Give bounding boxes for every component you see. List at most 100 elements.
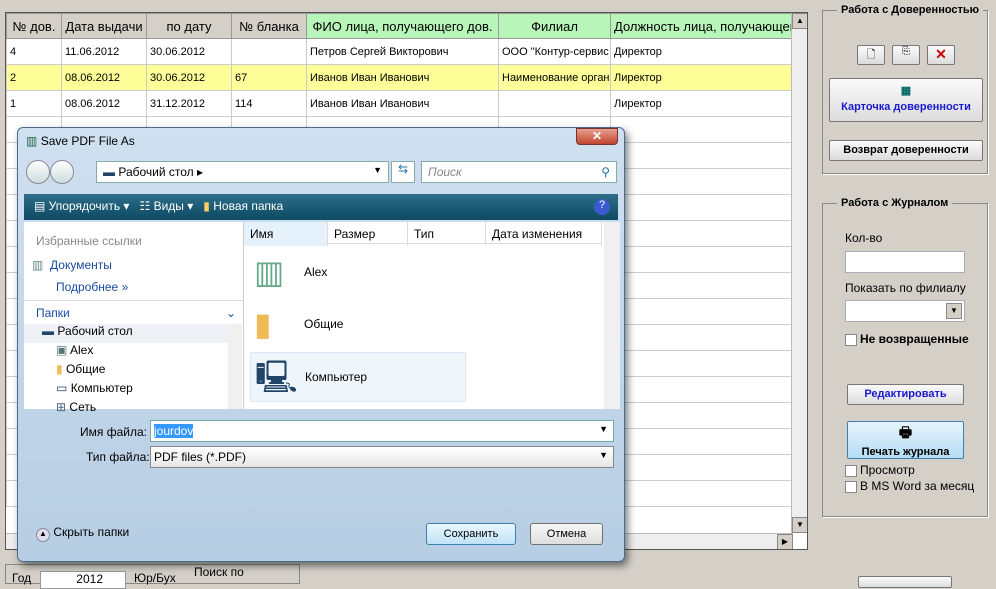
table-row[interactable]: 4 11.06.2012 30.06.2012 Петров Сергей Викто… xyxy=(6,38,794,65)
col-person[interactable]: ФИО лица, получающего дов. xyxy=(306,13,499,39)
file-list-scrollbar[interactable] xyxy=(604,222,620,409)
vertical-scrollbar[interactable]: ▲ ▼ xyxy=(791,13,807,533)
back-icon[interactable] xyxy=(26,160,50,184)
cell-issue-date[interactable]: 08.06.2012 xyxy=(61,90,147,117)
favorites-label: Избранные ссылки xyxy=(36,234,142,248)
tree-item[interactable]: ⊞ Сеть xyxy=(24,400,228,419)
folder-icon: ▬ xyxy=(42,324,54,338)
col-number[interactable]: № дов. xyxy=(6,13,62,39)
return-button[interactable]: Возврат доверенности xyxy=(829,140,983,161)
tree-item[interactable]: ▮ Общие xyxy=(24,362,228,381)
col-until-date[interactable]: по дату xyxy=(146,13,232,39)
address-bar[interactable]: ▬ Рабочий стол ▸ ▼ xyxy=(96,161,389,183)
nav-buttons xyxy=(26,160,78,184)
column-header[interactable]: Имя xyxy=(244,222,328,246)
folder-icon: ▭ xyxy=(56,381,68,395)
search-input[interactable]: Поиск ⚲ xyxy=(421,161,617,183)
chevron-down-icon[interactable]: ▼ xyxy=(946,303,962,319)
year-label: Год xyxy=(12,571,32,585)
file-item[interactable]: ▥ Alex xyxy=(250,248,466,298)
not-returned-checkbox[interactable]: Не возвращенные xyxy=(845,332,969,346)
delete-icon: ✕ xyxy=(935,46,947,62)
new-folder-button[interactable]: ▮ Новая папка xyxy=(203,199,283,213)
folder-icon: ▮ xyxy=(254,306,272,342)
new-button[interactable]: 🗋 xyxy=(857,45,885,65)
cell-form-number[interactable]: 67 xyxy=(231,64,307,91)
cancel-button[interactable]: Отмена xyxy=(530,523,603,545)
cell-person[interactable]: Петров Сергей Викторович xyxy=(306,38,499,65)
msword-checkbox[interactable]: В MS Word за месяц xyxy=(845,479,974,493)
card-button[interactable]: ▦ Карточка доверенности xyxy=(829,78,983,122)
preview-label: Просмотр xyxy=(860,463,915,477)
year-spinner[interactable]: 2012 xyxy=(40,571,126,589)
branch-select[interactable]: ▼ xyxy=(845,300,965,322)
folder-icon: ⊞ xyxy=(56,400,67,414)
cell-number[interactable]: 2 xyxy=(6,64,62,91)
chevron-down-icon: ⌄ xyxy=(225,306,236,320)
card-icon: ▦ xyxy=(900,85,912,97)
documents-icon: ▥ xyxy=(32,258,44,272)
scroll-right-icon[interactable]: ▶ xyxy=(777,534,793,549)
close-button[interactable]: ✕ xyxy=(576,128,618,145)
cell-number[interactable]: 4 xyxy=(6,38,62,65)
card-label: Карточка доверенности xyxy=(841,101,971,113)
cell-position[interactable]: Лиректор xyxy=(610,64,794,91)
cell-form-number[interactable]: 114 xyxy=(231,90,307,117)
cell-branch[interactable]: Наименование органи xyxy=(498,64,611,91)
filename-input[interactable]: jourdov ▼ xyxy=(150,420,614,442)
scroll-down-icon[interactable]: ▼ xyxy=(792,517,807,533)
cell-until-date[interactable]: 30.06.2012 xyxy=(146,64,232,91)
cell-branch[interactable] xyxy=(498,90,611,117)
file-item[interactable]: ▮ Общие xyxy=(250,300,466,350)
bottom-button[interactable] xyxy=(858,576,952,588)
help-icon[interactable]: ? xyxy=(594,199,610,215)
cell-issue-date[interactable]: 08.06.2012 xyxy=(61,64,147,91)
cell-position[interactable]: Лиректор xyxy=(610,90,794,117)
column-header[interactable]: Размер xyxy=(328,222,408,246)
column-header[interactable]: Тип xyxy=(408,222,486,246)
scroll-up-icon[interactable]: ▲ xyxy=(792,13,807,29)
edit-button[interactable]: Редактировать xyxy=(847,384,964,405)
tree-item[interactable]: ▭ Компьютер xyxy=(24,381,228,400)
qty-input[interactable] xyxy=(845,251,965,273)
delete-button[interactable]: ✕ xyxy=(927,45,955,65)
col-position[interactable]: Должность лица, получающего xyxy=(610,13,794,39)
cell-person[interactable]: Иванов Иван Иванович xyxy=(306,90,499,117)
search-icon: ⚲ xyxy=(601,165,610,179)
documents-link[interactable]: ▥ Документы xyxy=(32,258,112,272)
cell-until-date[interactable]: 31.12.2012 xyxy=(146,90,232,117)
more-link[interactable]: Подробнее » xyxy=(56,280,128,294)
filetype-select[interactable]: PDF files (*.PDF) ▼ xyxy=(150,446,614,468)
table-row[interactable]: 1 08.06.2012 31.12.2012 114 Иванов Иван Иван… xyxy=(6,90,794,117)
folder-icon: 🖳 xyxy=(255,359,298,395)
desktop-icon: ▬ xyxy=(103,165,115,179)
hide-folders-button[interactable]: ▲ Скрыть папки xyxy=(36,525,129,542)
cell-issue-date[interactable]: 11.06.2012 xyxy=(61,38,147,65)
cell-branch[interactable]: ООО "Контур-сервис xyxy=(498,38,611,65)
tree-item[interactable]: ▬ Рабочий стол xyxy=(24,324,228,343)
cell-position[interactable]: Директор xyxy=(610,38,794,65)
col-form-number[interactable]: № бланка xyxy=(231,13,307,39)
column-header[interactable]: Дата изменения xyxy=(486,222,602,246)
file-item[interactable]: 🖳 Компьютер xyxy=(250,352,466,402)
msword-label: В MS Word за месяц xyxy=(860,479,975,493)
copy-button[interactable]: ⎘ xyxy=(892,45,920,65)
table-row[interactable]: 2 08.06.2012 30.06.2012 67 Иванов Иван Ивано… xyxy=(6,64,794,91)
forward-icon[interactable] xyxy=(50,160,74,184)
save-button[interactable]: Сохранить xyxy=(426,523,516,545)
preview-checkbox[interactable]: Просмотр xyxy=(845,463,915,477)
tree-scrollbar[interactable] xyxy=(228,324,242,409)
organize-button[interactable]: ▤ Упорядочить ▾ xyxy=(34,199,129,213)
refresh-button[interactable]: ⇆ xyxy=(391,161,415,183)
chevron-down-icon: ▼ xyxy=(599,450,608,460)
col-branch[interactable]: Филиал xyxy=(498,13,611,39)
col-issue-date[interactable]: Дата выдачи xyxy=(61,13,147,39)
cell-until-date[interactable]: 30.06.2012 xyxy=(146,38,232,65)
tree-item[interactable]: ▣ Alex xyxy=(24,343,228,362)
views-button[interactable]: ☷ Виды ▾ xyxy=(139,199,193,213)
cell-number[interactable]: 1 xyxy=(6,90,62,117)
print-journal-button[interactable]: 🖶 Печать журнала xyxy=(847,421,964,459)
cell-person[interactable]: Иванов Иван Иванович xyxy=(306,64,499,91)
cell-form-number[interactable] xyxy=(231,38,307,65)
folders-header[interactable]: Папки ⌄ xyxy=(24,300,244,325)
